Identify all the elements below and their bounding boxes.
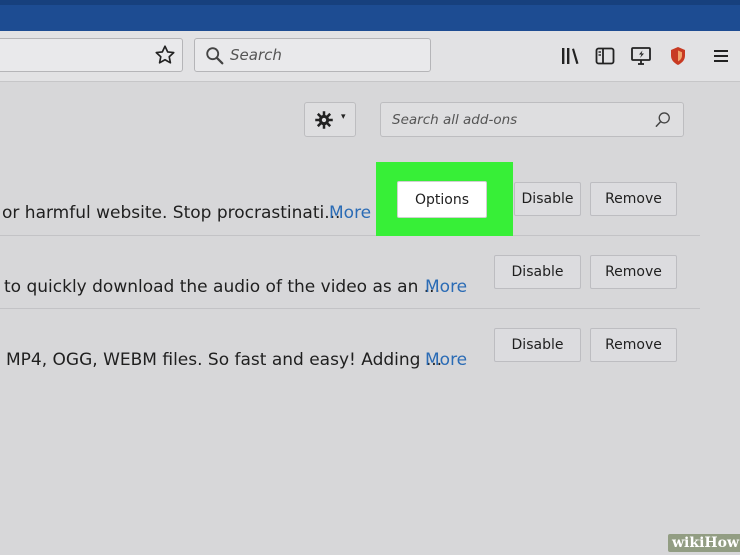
addon-description: to quickly download the audio of the vid… (4, 277, 440, 297)
search-placeholder: Search (230, 46, 282, 64)
shield-extension-icon[interactable] (666, 44, 690, 68)
remove-button[interactable]: Remove (590, 255, 677, 289)
options-button[interactable]: Options (397, 181, 487, 218)
more-link[interactable]: More (329, 203, 371, 223)
addons-search-placeholder: Search all add-ons (392, 112, 518, 128)
search-icon (206, 47, 224, 65)
search-bar[interactable]: Search (194, 38, 431, 72)
addons-content: ▾ Search all add-ons (0, 82, 740, 555)
library-icon[interactable] (558, 44, 582, 68)
screenshot-icon[interactable] (629, 44, 653, 68)
sidebar-icon[interactable] (593, 44, 617, 68)
address-bar[interactable] (0, 38, 183, 72)
more-link[interactable]: More (425, 350, 467, 370)
addons-search-input[interactable]: Search all add-ons (380, 102, 684, 137)
watermark-suffix: How (704, 535, 740, 551)
addon-description: MP4, OGG, WEBM files. So fast and easy! … (6, 350, 443, 370)
titlebar-strip (0, 0, 740, 5)
gear-icon (315, 111, 333, 129)
search-icon (655, 112, 670, 127)
addon-description: or harmful website. Stop procrastinati..… (2, 203, 341, 223)
disable-button[interactable]: Disable (514, 182, 581, 216)
remove-button[interactable]: Remove (590, 328, 677, 362)
remove-button[interactable]: Remove (590, 182, 677, 216)
window-titlebar (0, 0, 740, 31)
hamburger-menu-icon[interactable] (709, 44, 733, 68)
row-divider (0, 235, 700, 236)
watermark-prefix: wiki (672, 535, 705, 551)
wikihow-watermark: wikiHow (668, 534, 740, 552)
row-divider (0, 308, 700, 309)
more-link[interactable]: More (425, 277, 467, 297)
disable-button[interactable]: Disable (494, 328, 581, 362)
browser-toolbar: Search (0, 31, 740, 82)
chevron-down-icon: ▾ (341, 112, 346, 122)
tools-gear-button[interactable]: ▾ (304, 102, 356, 137)
bookmark-star-icon[interactable] (154, 44, 176, 66)
disable-button[interactable]: Disable (494, 255, 581, 289)
